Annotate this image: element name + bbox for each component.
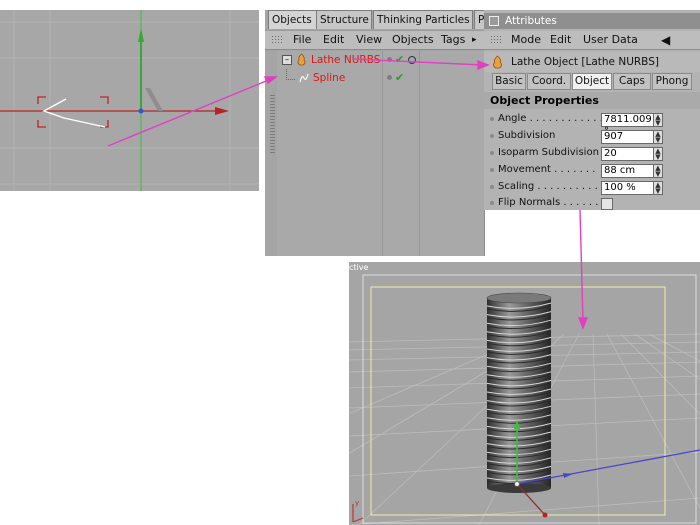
tab-objects[interactable]: Objects bbox=[268, 10, 318, 29]
menu-objects[interactable]: Objects bbox=[392, 31, 434, 49]
tab-caps[interactable]: Caps bbox=[613, 73, 651, 90]
tab-basic[interactable]: Basic bbox=[492, 73, 526, 90]
visibility-dot[interactable] bbox=[387, 57, 392, 62]
menu-tags[interactable]: Tags bbox=[441, 31, 465, 49]
movement-input[interactable]: 88 cm bbox=[601, 164, 654, 178]
grip-icon bbox=[271, 35, 282, 45]
property-movement: Movement . . . . . . . 88 cm ▲ ▼ bbox=[484, 162, 700, 178]
perspective-canvas: y bbox=[349, 274, 700, 525]
stepper-icon[interactable]: ▲ ▼ bbox=[653, 130, 663, 144]
scaling-input[interactable]: 100 % bbox=[601, 181, 654, 195]
viewport-name: ctive bbox=[349, 263, 369, 272]
menu-more-arrow[interactable]: ▸ bbox=[472, 31, 477, 49]
attributes-title: Attributes bbox=[505, 15, 557, 27]
attributes-manager: Attributes Mode Edit User Data ◀ Lathe O… bbox=[484, 10, 700, 210]
property-label: Isoparm Subdivision bbox=[498, 147, 599, 158]
tree-row-spline[interactable]: Spline ✔ bbox=[277, 69, 484, 86]
perspective-viewport[interactable]: y ctive bbox=[349, 262, 700, 525]
tree-item-label: Lathe NURBS bbox=[311, 54, 381, 66]
object-tree: – Lathe NURBS ✔ Spline ✔ bbox=[277, 51, 484, 256]
attributes-titlebar: Attributes bbox=[484, 13, 700, 29]
animate-dot-icon[interactable] bbox=[490, 168, 494, 172]
origin-point bbox=[138, 108, 144, 114]
corner-x-axis bbox=[352, 517, 364, 523]
editor-viewport-front[interactable] bbox=[0, 10, 259, 191]
object-header: Lathe Object [Lathe NURBS] bbox=[484, 52, 700, 72]
tree-row-lathe-nurbs[interactable]: – Lathe NURBS ✔ bbox=[277, 53, 484, 68]
property-label: Subdivision bbox=[498, 130, 556, 141]
animate-dot-icon[interactable] bbox=[490, 185, 494, 189]
property-scaling: Scaling . . . . . . . . . . 100 % ▲ ▼ bbox=[484, 179, 700, 195]
menu-view[interactable]: View bbox=[356, 31, 382, 49]
grip-icon bbox=[490, 35, 501, 45]
attributes-menubar: Mode Edit User Data ◀ bbox=[484, 31, 700, 50]
tab-coord[interactable]: Coord. bbox=[527, 73, 571, 90]
angle-input[interactable]: 7811.009 ° bbox=[601, 113, 654, 137]
y-axis-arrowhead bbox=[138, 28, 144, 42]
spline-icon bbox=[299, 73, 309, 83]
lathe-nurbs-icon bbox=[493, 55, 502, 69]
menu-user-data[interactable]: User Data bbox=[583, 31, 638, 49]
back-arrow-icon[interactable]: ◀ bbox=[661, 31, 670, 49]
section-title: Object Properties bbox=[484, 92, 700, 109]
isoparm-subdivision-input[interactable]: 20 bbox=[601, 147, 654, 161]
animate-dot-icon[interactable] bbox=[490, 201, 494, 205]
tab-thinking-particles[interactable]: Thinking Particles bbox=[373, 10, 473, 29]
stepper-icon[interactable]: ▲ ▼ bbox=[653, 164, 663, 178]
animate-dot-icon[interactable] bbox=[490, 117, 494, 121]
threaded-bolt-model bbox=[486, 292, 552, 493]
menu-mode[interactable]: Mode bbox=[511, 31, 541, 49]
subdivision-input[interactable]: 907 bbox=[601, 130, 654, 144]
tab-phong[interactable]: Phong bbox=[652, 73, 692, 90]
menu-file[interactable]: File bbox=[293, 31, 311, 49]
object-header-title: Lathe Object [Lathe NURBS] bbox=[511, 56, 659, 68]
property-angle: Angle . . . . . . . . . . . . . 7811.009… bbox=[484, 111, 700, 137]
stepper-icon[interactable]: ▲ ▼ bbox=[653, 181, 663, 195]
spline-profile bbox=[42, 98, 106, 128]
x-axis-arrowhead bbox=[215, 107, 229, 115]
property-label: Flip Normals . . . . . . bbox=[498, 197, 599, 208]
enabled-check-icon[interactable]: ✔ bbox=[395, 54, 404, 66]
property-flip-normals: Flip Normals . . . . . . bbox=[484, 195, 700, 211]
flip-normals-checkbox[interactable] bbox=[601, 198, 613, 210]
property-label: Angle . . . . . . . . . . . . . bbox=[498, 113, 610, 124]
checkbox-icon[interactable] bbox=[489, 16, 499, 26]
stepper-icon[interactable]: ▲ ▼ bbox=[653, 113, 663, 127]
section-title-label: Object Properties bbox=[490, 94, 599, 107]
tab-object[interactable]: Object bbox=[572, 73, 612, 90]
x-axis-handle bbox=[542, 512, 548, 518]
objects-manager: Objects Structure Thinking Particles P F… bbox=[265, 10, 488, 256]
tab-structure[interactable]: Structure bbox=[316, 10, 372, 29]
enabled-check-icon[interactable]: ✔ bbox=[395, 72, 404, 84]
menu-edit[interactable]: Edit bbox=[550, 31, 571, 49]
collapse-icon[interactable]: – bbox=[282, 55, 292, 65]
tree-connector bbox=[286, 69, 295, 80]
corner-axis-label: y bbox=[355, 499, 359, 507]
object-pivot bbox=[514, 481, 520, 487]
stepper-icon[interactable]: ▲ ▼ bbox=[653, 147, 663, 161]
z-axis-shadow bbox=[145, 88, 163, 111]
lathe-nurbs-icon bbox=[297, 53, 306, 66]
animate-dot-icon[interactable] bbox=[490, 151, 494, 155]
property-label: Scaling . . . . . . . . . . bbox=[498, 181, 598, 192]
property-isoparm-subdivision: Isoparm Subdivision 20 ▲ ▼ bbox=[484, 145, 700, 161]
visibility-dot[interactable] bbox=[387, 75, 392, 80]
tree-item-label: Spline bbox=[313, 72, 346, 84]
property-label: Movement . . . . . . . bbox=[498, 164, 596, 175]
menu-edit[interactable]: Edit bbox=[323, 31, 344, 49]
resize-handle[interactable] bbox=[270, 95, 275, 155]
viewport-canvas bbox=[0, 10, 259, 191]
tag-icon[interactable] bbox=[408, 56, 416, 64]
animate-dot-icon[interactable] bbox=[490, 134, 494, 138]
property-subdivision: Subdivision 907 ▲ ▼ bbox=[484, 128, 700, 144]
objects-menubar: File Edit View Objects Tags ▸ bbox=[265, 30, 484, 50]
